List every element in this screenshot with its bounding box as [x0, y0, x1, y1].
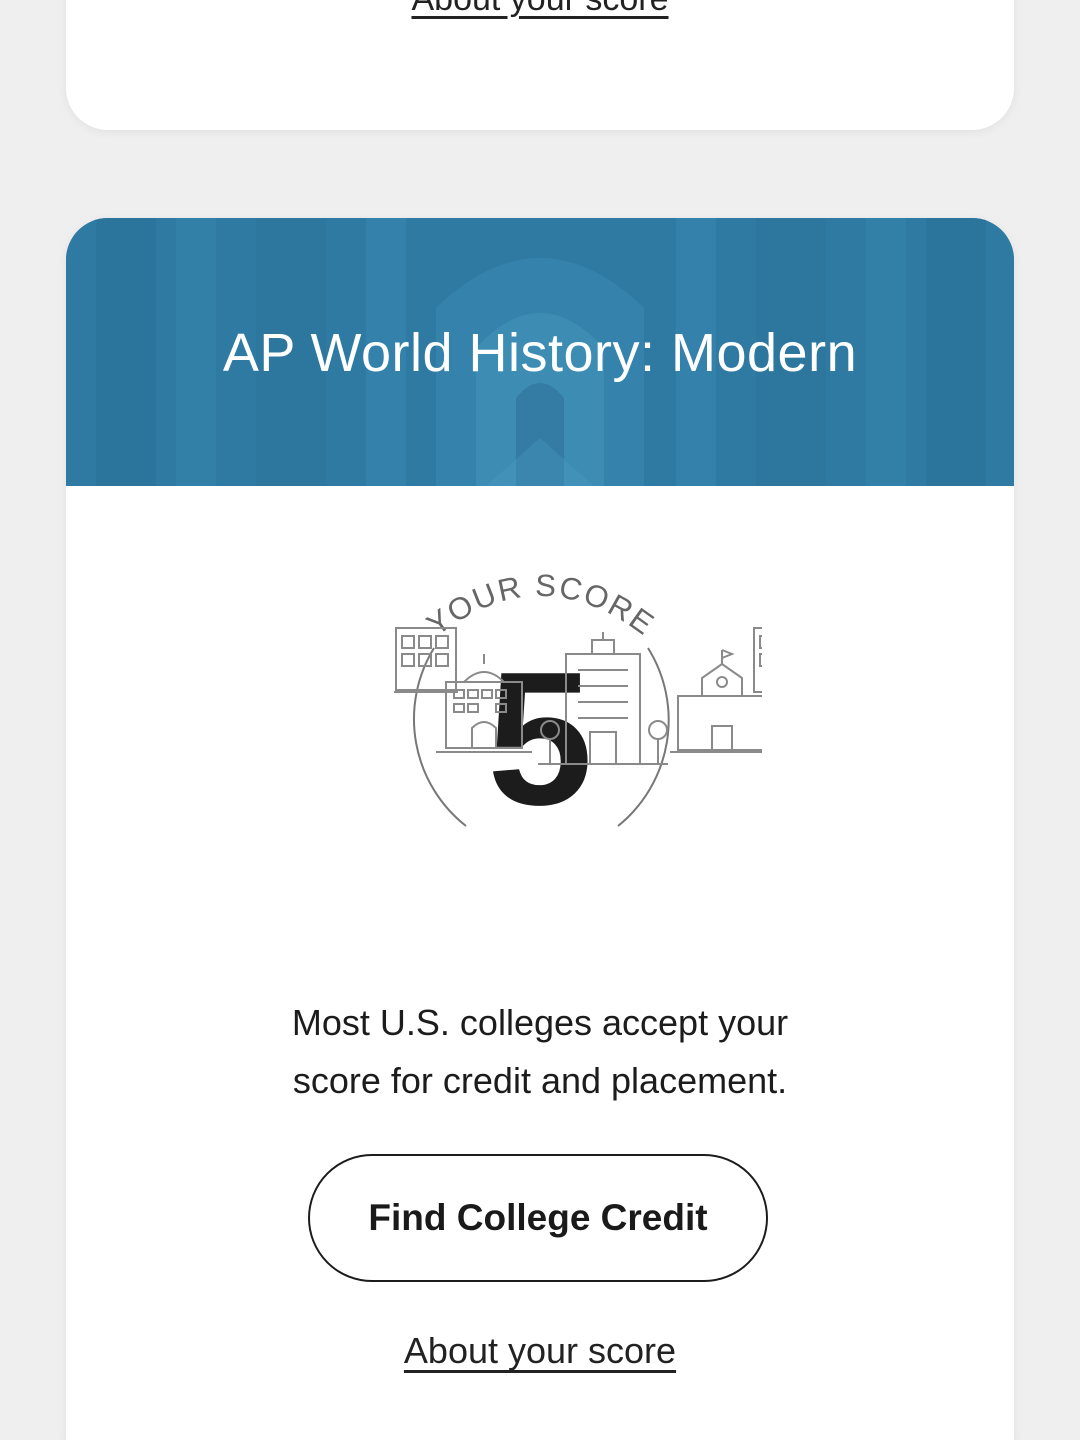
about-your-score-link-previous[interactable]: About your score — [66, 0, 1014, 19]
score-illustration: YOUR SCORE 5 — [394, 568, 762, 845]
caption-line-2: score for credit and placement. — [292, 1060, 788, 1101]
card-header-banner: AP World History: Modern — [66, 218, 1014, 486]
score-report-page: About your score AP World History: Moder… — [0, 0, 1080, 1440]
score-card: AP World History: Modern YOUR SCORE 5 Mo… — [66, 218, 1014, 1440]
find-college-credit-button[interactable]: Find College Credit — [308, 1154, 768, 1282]
score-caption: Most U.S. colleges accept your score for… — [216, 994, 864, 1110]
score-arc-right-icon — [617, 647, 670, 827]
about-your-score-link[interactable]: About your score — [66, 1330, 1014, 1372]
caption-line-1: Most U.S. colleges accept your — [291, 1002, 789, 1043]
score-arc-left-icon — [412, 647, 467, 827]
previous-score-card: About your score — [66, 0, 1014, 130]
score-value: 5 — [487, 633, 593, 845]
course-title: AP World History: Modern — [222, 323, 858, 383]
